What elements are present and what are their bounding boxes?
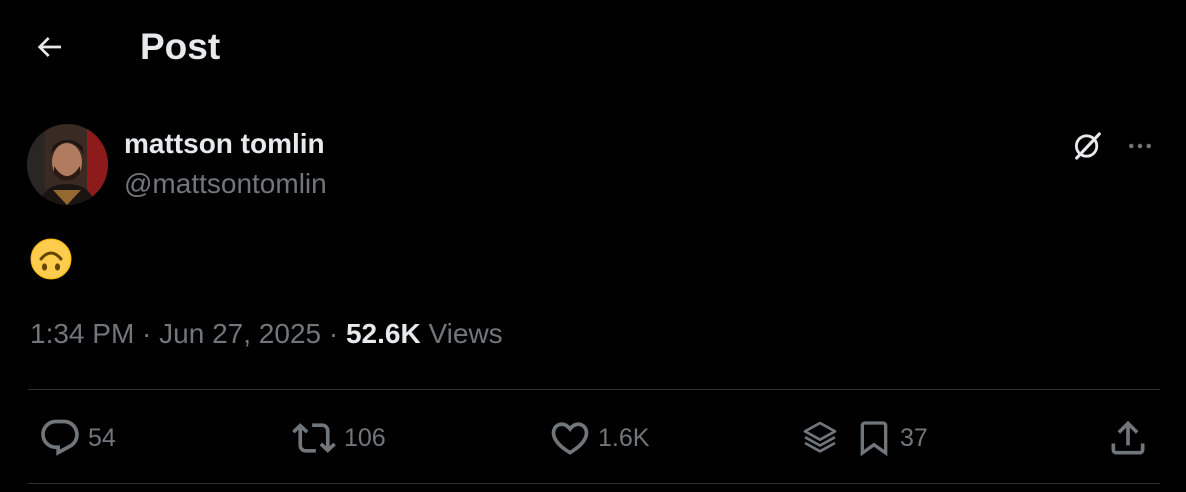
bookmark-count: 37 — [900, 423, 928, 452]
like-button[interactable]: 1.6K — [548, 416, 649, 460]
divider — [28, 389, 1160, 390]
share-button[interactable] — [1106, 416, 1150, 460]
author-display-name[interactable]: mattson tomlin — [124, 127, 325, 161]
reply-count: 54 — [88, 423, 116, 452]
grok-icon — [1074, 132, 1101, 160]
reply-button[interactable]: 54 — [38, 416, 116, 460]
reply-icon — [41, 419, 79, 456]
repost-icon — [292, 423, 336, 453]
meta-separator: · — [321, 318, 346, 349]
repost-count: 106 — [344, 423, 386, 452]
post-meta: 1:34 PM · Jun 27, 2025 · 52.6K Views — [30, 316, 503, 352]
grok-layers-icon — [803, 421, 837, 453]
post-time: 1:34 PM — [30, 318, 135, 349]
upside-down-face-emoji-icon — [30, 238, 72, 280]
views-count: 52.6K — [345, 318, 421, 349]
back-button[interactable] — [28, 26, 70, 68]
post-timestamp[interactable]: 1:34 PM · Jun 27, 2025 — [30, 318, 321, 349]
grok-button[interactable] — [1068, 126, 1108, 166]
meta-separator: · — [134, 318, 160, 349]
bookmark-button[interactable]: 37 — [854, 416, 928, 460]
post-date: Jun 27, 2025 — [159, 318, 322, 349]
avatar[interactable] — [27, 124, 108, 205]
post-text-emoji — [30, 238, 72, 280]
divider — [28, 483, 1160, 484]
like-icon — [551, 422, 589, 455]
more-icon — [1129, 143, 1151, 149]
author-handle[interactable]: @mattsontomlin — [124, 167, 327, 201]
like-count: 1.6K — [598, 423, 650, 452]
more-button[interactable] — [1120, 126, 1160, 166]
grok-analyze-button[interactable] — [800, 416, 840, 460]
views-label: Views — [428, 318, 503, 349]
share-icon — [1111, 420, 1145, 455]
bookmark-icon — [860, 421, 888, 457]
repost-button[interactable]: 106 — [290, 416, 386, 460]
page-title: Post — [140, 26, 221, 67]
back-arrow-icon — [37, 37, 61, 57]
